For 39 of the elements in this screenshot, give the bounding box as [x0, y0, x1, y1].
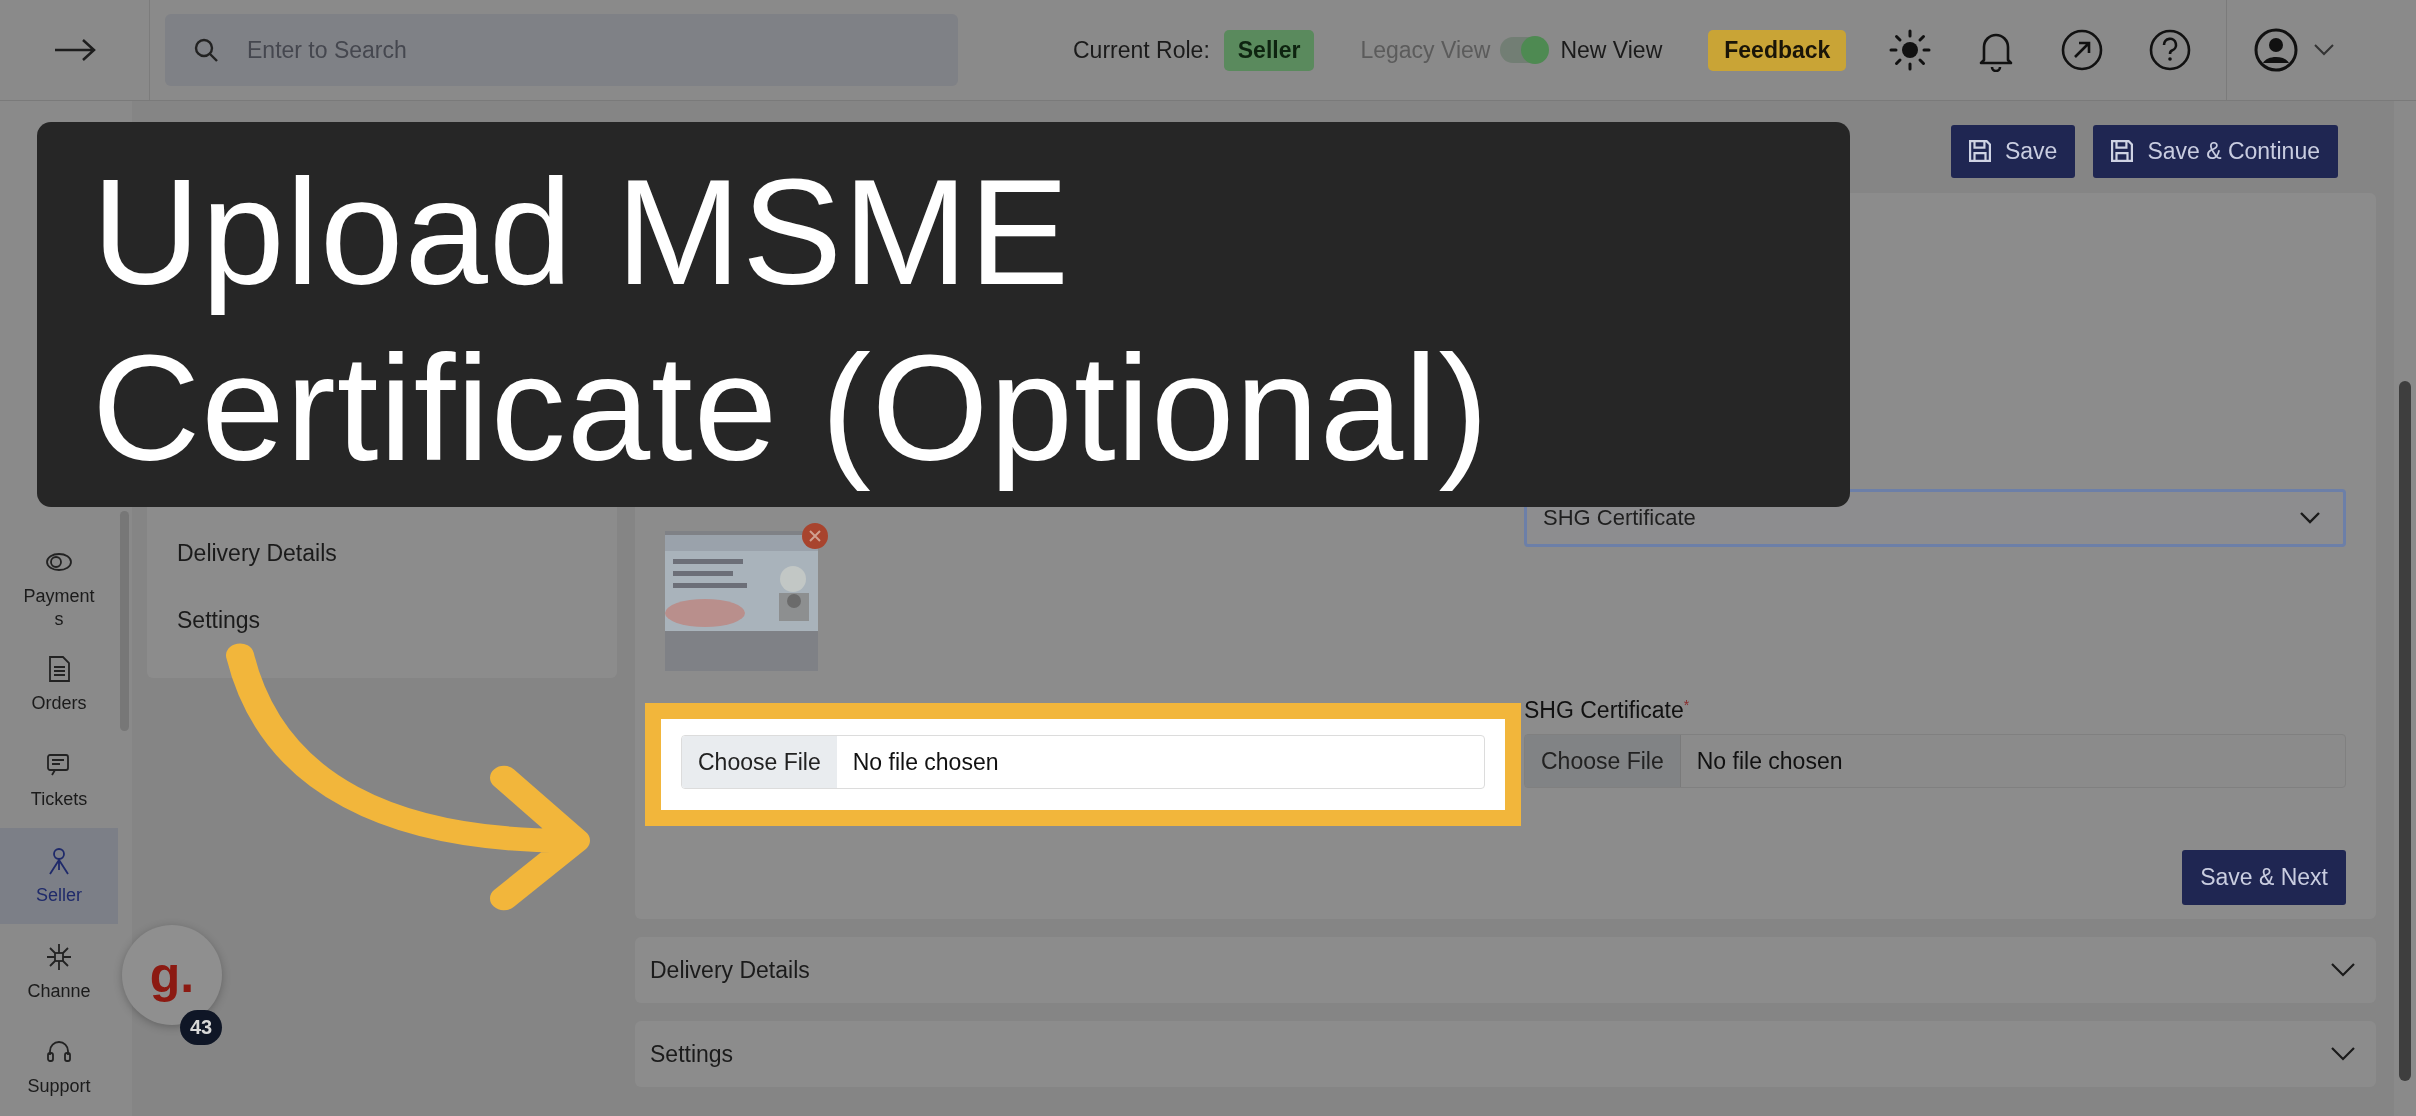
quick-nav-item[interactable]: Settings	[147, 587, 617, 654]
search-icon	[193, 37, 219, 63]
save-and-continue-button[interactable]: Save & Continue	[2093, 124, 2338, 178]
save-button[interactable]: Save	[1950, 124, 2076, 178]
chevron-down-icon	[2330, 1046, 2356, 1062]
view-toggle[interactable]	[1500, 37, 1549, 63]
sidebar-item[interactable]: Channe	[0, 924, 118, 1021]
field-label: SHG Certificate	[1524, 697, 1684, 724]
required-mark: *	[1683, 697, 1690, 713]
quick-nav-item[interactable]: Delivery Details	[147, 520, 617, 587]
banner-title: Certificate (Optional)	[92, 323, 1490, 494]
sidebar-item[interactable]: Seller	[0, 828, 118, 925]
new-view-label: New View	[1560, 36, 1663, 64]
user-avatar-icon[interactable]	[2253, 27, 2300, 73]
sidebar-item[interactable]: Tickets	[0, 732, 118, 829]
notification-count: 43	[180, 1010, 223, 1045]
remove-icon[interactable]	[802, 523, 828, 549]
sidebar-item[interactable]: Orders	[0, 636, 118, 733]
expand-arrow-icon[interactable]	[52, 38, 97, 62]
file-input[interactable]: Choose File No file chosen	[1524, 734, 2346, 788]
accordion-header[interactable]: Delivery Details	[635, 937, 2376, 1003]
file-input[interactable]: Choose File No file chosen	[681, 735, 1485, 789]
banner-title: Upload MSME	[92, 147, 1071, 318]
search-field[interactable]: Enter to Search	[165, 14, 958, 86]
sidebar-icon	[45, 941, 73, 972]
role-badge: Seller	[1223, 29, 1315, 71]
save-and-next-button[interactable]: Save & Next	[2182, 850, 2346, 905]
help-icon[interactable]	[2148, 28, 2193, 72]
current-role-label: Current Role:	[1073, 36, 1210, 64]
chevron-down-icon	[2299, 511, 2321, 525]
sidebar-item[interactable]: Support	[0, 1020, 118, 1116]
sidebar-item[interactable]: Payments	[0, 541, 118, 637]
feedback-button[interactable]: Feedback	[1708, 29, 1847, 71]
sun-icon[interactable]	[1888, 28, 1933, 72]
chevron-down-icon	[2330, 962, 2356, 978]
chevron-down-icon[interactable]	[2313, 43, 2336, 57]
accordion-header[interactable]: Settings	[635, 1021, 2376, 1087]
scrollbar[interactable]	[2399, 381, 2411, 1081]
external-link-icon[interactable]	[2060, 28, 2105, 72]
